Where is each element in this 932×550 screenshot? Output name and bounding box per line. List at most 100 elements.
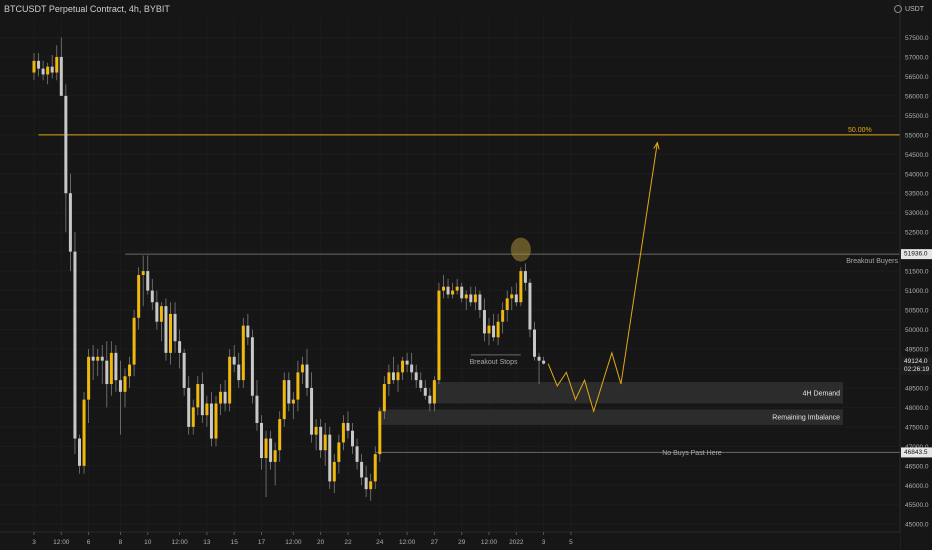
candle-body[interactable] [328, 434, 332, 482]
candle-body[interactable] [382, 384, 386, 412]
candle-body[interactable] [300, 364, 304, 373]
candle-body[interactable] [228, 356, 232, 404]
candle-body[interactable] [523, 271, 527, 283]
candle-body[interactable] [432, 380, 436, 404]
candle-body[interactable] [305, 364, 309, 388]
price-chart[interactable]: 4H Demand Remaining Imbalance 50.00% Break… [0, 0, 932, 550]
candle-body[interactable] [414, 372, 418, 381]
candle-body[interactable] [496, 321, 500, 338]
candle-body[interactable] [219, 391, 223, 404]
candle-body[interactable] [118, 380, 122, 392]
candle-body[interactable] [91, 356, 95, 361]
candle-body[interactable] [482, 310, 486, 334]
candle-body[interactable] [455, 286, 459, 291]
candle-body[interactable] [241, 325, 245, 381]
candle-body[interactable] [169, 313, 172, 353]
candle-body[interactable] [264, 438, 268, 459]
candle-body[interactable] [159, 306, 163, 322]
candle-body[interactable] [232, 356, 236, 365]
candle-body[interactable] [246, 325, 250, 338]
candle-body[interactable] [419, 380, 423, 388]
candle-body[interactable] [32, 60, 36, 73]
candle-body[interactable] [209, 403, 213, 439]
candle-body[interactable] [528, 282, 532, 330]
candle-body[interactable] [137, 275, 141, 318]
candle-body[interactable] [355, 446, 359, 462]
candle-body[interactable] [64, 95, 68, 194]
candle-body[interactable] [478, 294, 482, 311]
candle-body[interactable] [464, 294, 468, 299]
candle-body[interactable] [73, 251, 77, 439]
candle-body[interactable] [100, 356, 104, 361]
candle-body[interactable] [82, 399, 86, 466]
candle-body[interactable] [37, 60, 41, 69]
candle-body[interactable] [405, 360, 409, 365]
candle-body[interactable] [250, 337, 254, 396]
candle-body[interactable] [510, 294, 514, 299]
candle-body[interactable] [214, 403, 218, 439]
candle-body[interactable] [469, 294, 473, 303]
candle-body[interactable] [96, 356, 100, 361]
candle-body[interactable] [537, 356, 541, 361]
candle-body[interactable] [519, 271, 523, 303]
candle-body[interactable] [114, 352, 118, 381]
candle-body[interactable] [319, 426, 323, 451]
candle-body[interactable] [200, 384, 204, 416]
candle-body[interactable] [346, 422, 350, 431]
candle-body[interactable] [164, 306, 168, 353]
candle-body[interactable] [533, 329, 536, 357]
candle-body[interactable] [451, 290, 455, 295]
candle-body[interactable] [378, 411, 382, 455]
candle-body[interactable] [205, 403, 209, 416]
candle-body[interactable] [423, 387, 427, 396]
candle-body[interactable] [442, 286, 445, 291]
candle-body[interactable] [364, 477, 368, 490]
candle-body[interactable] [191, 407, 195, 427]
candle-body[interactable] [360, 461, 364, 478]
candle-body[interactable] [269, 438, 273, 462]
candle-body[interactable] [542, 360, 546, 364]
candle-body[interactable] [41, 68, 45, 75]
candle-body[interactable] [78, 438, 81, 466]
candle-body[interactable] [501, 310, 505, 322]
candle-body[interactable] [296, 372, 300, 400]
candle-body[interactable] [255, 395, 259, 423]
candle-body[interactable] [123, 376, 127, 392]
candle-body[interactable] [341, 422, 345, 443]
candle-body[interactable] [50, 66, 54, 73]
candle-body[interactable] [396, 372, 400, 381]
price-axis[interactable]: 45000.045500.046000.046500.047000.047500… [899, 0, 932, 550]
candle-body[interactable] [87, 356, 91, 400]
candle-body[interactable] [310, 387, 314, 435]
candle-body[interactable] [428, 395, 432, 404]
candle-body[interactable] [155, 302, 159, 322]
candle-body[interactable] [187, 387, 191, 427]
candle-body[interactable] [282, 380, 286, 420]
candle-body[interactable] [273, 450, 277, 462]
candle-body[interactable] [473, 294, 477, 303]
candle-body[interactable] [437, 290, 441, 381]
candle-body[interactable] [337, 442, 341, 462]
candle-body[interactable] [410, 364, 414, 373]
candle-body[interactable] [514, 294, 518, 303]
candle-body[interactable] [55, 56, 59, 73]
time-axis[interactable]: 3 12:00 6 8 10 12:00 13 15 17 12:00 20 22 24 12:00 27 2… [0, 531, 900, 550]
candle-body[interactable] [401, 360, 405, 373]
candle-body[interactable] [109, 352, 113, 385]
candle-body[interactable] [369, 481, 373, 490]
candle-body[interactable] [68, 193, 72, 252]
candle-body[interactable] [196, 384, 200, 408]
candle-body[interactable] [278, 419, 282, 451]
candle-body[interactable] [237, 364, 241, 381]
candle-body[interactable] [260, 422, 263, 459]
candle-body[interactable] [287, 380, 291, 404]
candle-body[interactable] [46, 66, 50, 75]
candle-body[interactable] [223, 391, 227, 404]
candle-body[interactable] [173, 313, 177, 342]
candle-body[interactable] [105, 360, 109, 385]
candle-body[interactable] [314, 426, 318, 435]
candle-body[interactable] [487, 325, 491, 334]
candle-body[interactable] [391, 372, 395, 381]
candle-body[interactable] [373, 454, 377, 482]
candle-body[interactable] [323, 434, 327, 451]
